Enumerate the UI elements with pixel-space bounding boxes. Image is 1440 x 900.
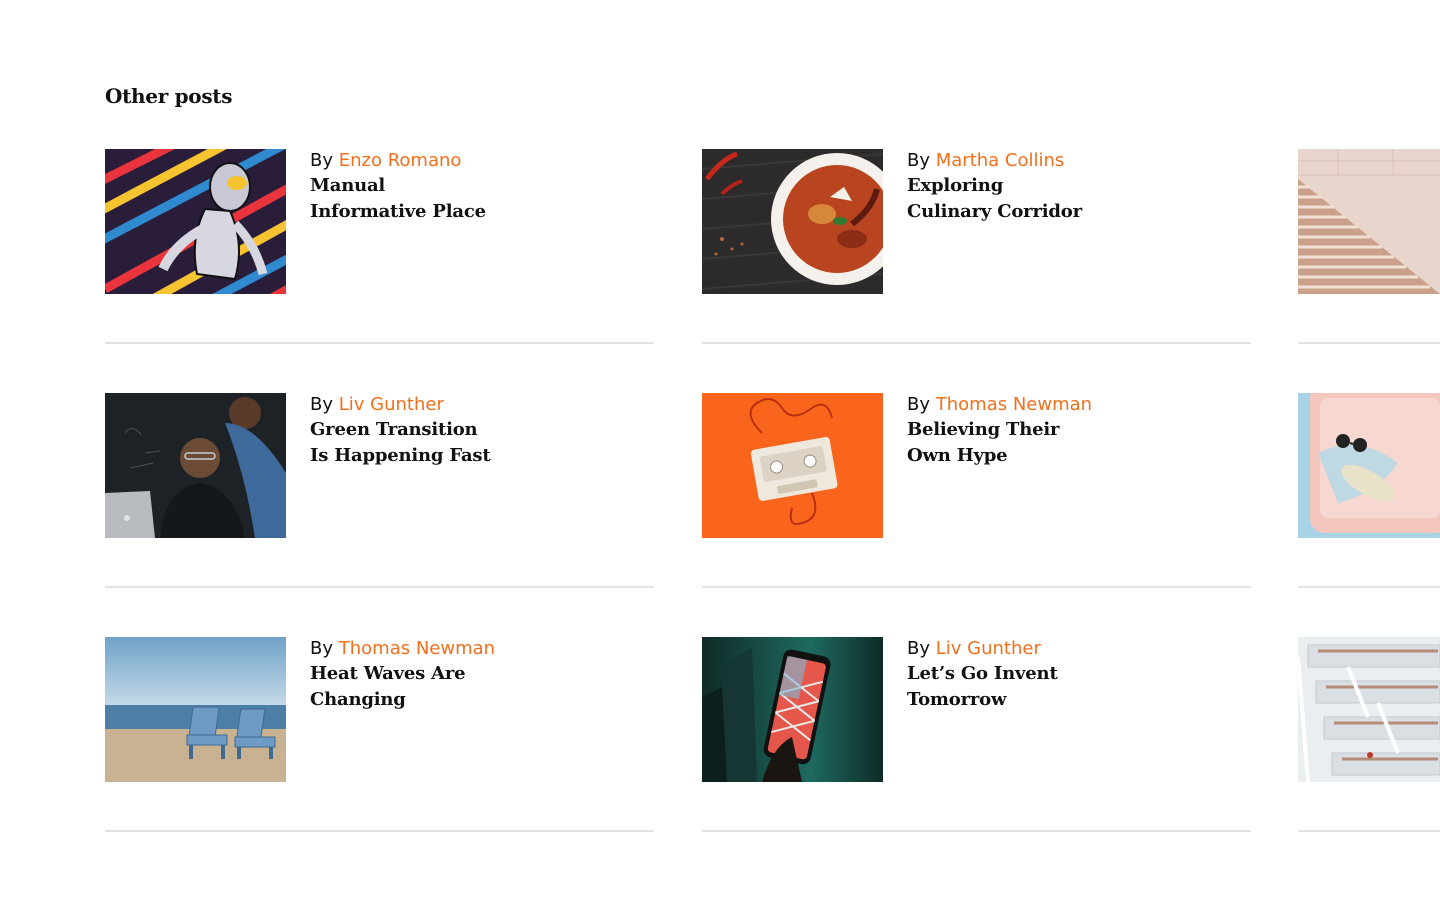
post-byline: By Thomas Newman	[310, 637, 640, 661]
post-meta: By Thomas Newman Believing Their Own Hype	[907, 393, 1237, 469]
post-title-line: Culinary Corridor	[907, 201, 1082, 222]
author-link[interactable]: Enzo Romano	[339, 150, 462, 171]
by-label: By	[310, 150, 334, 171]
post-thumbnail-pink-suitcase[interactable]	[1298, 393, 1440, 538]
card-divider	[702, 342, 1251, 344]
author-link[interactable]: Liv Gunther	[339, 394, 444, 415]
by-label: By	[907, 394, 931, 415]
post-meta: By Martha Collins Exploring Culinary Corr…	[907, 149, 1237, 225]
smartphone-teal-image	[702, 637, 883, 782]
post-meta: By Liv Gunther Let’s Go Invent Tomorrow	[907, 637, 1237, 713]
post-byline: By Liv Gunther	[907, 637, 1237, 661]
post-byline: By Enzo Romano	[310, 149, 640, 173]
post-title-line: Own Hype	[907, 445, 1008, 466]
post-card	[1298, 393, 1440, 588]
post-byline: By Liv Gunther	[310, 393, 640, 417]
post-card: By Liv Gunther Let’s Go Invent Tomorrow	[702, 637, 1251, 832]
post-card	[1298, 637, 1440, 832]
by-label: By	[907, 150, 931, 171]
post-title-line: Is Happening Fast	[310, 445, 491, 466]
post-title-line: Green Transition	[310, 419, 478, 440]
post-card: By Enzo Romano Manual Informative Place	[105, 149, 654, 344]
post-title-line: Tomorrow	[907, 689, 1007, 710]
people-at-laptop-image	[105, 393, 286, 538]
card-divider	[105, 586, 654, 588]
post-title-link[interactable]: Heat Waves Are Changing	[310, 661, 640, 713]
post-thumbnail-curry-bowl[interactable]	[702, 149, 883, 294]
post-card: By Thomas Newman Believing Their Own Hype	[702, 393, 1251, 588]
card-divider	[1298, 830, 1440, 832]
post-thumbnail-colorful-robot-art[interactable]	[105, 149, 286, 294]
author-link[interactable]: Martha Collins	[936, 150, 1065, 171]
author-link[interactable]: Liv Gunther	[936, 638, 1041, 659]
post-thumbnail-cassette-tape-orange[interactable]	[702, 393, 883, 538]
stone-stairs-image	[1298, 149, 1440, 294]
post-title-link[interactable]: Exploring Culinary Corridor	[907, 173, 1237, 225]
post-byline: By Martha Collins	[907, 149, 1237, 173]
post-thumbnail-library-interior[interactable]	[1298, 637, 1440, 782]
card-divider	[105, 830, 654, 832]
author-link[interactable]: Thomas Newman	[339, 638, 495, 659]
post-title-line: Manual	[310, 175, 386, 196]
curry-bowl-image	[702, 149, 883, 294]
card-divider	[702, 830, 1251, 832]
post-card	[1298, 149, 1440, 344]
post-title-line: Let’s Go Invent	[907, 663, 1058, 684]
post-title-line: Heat Waves Are	[310, 663, 466, 684]
post-title-line: Changing	[310, 689, 406, 710]
author-link[interactable]: Thomas Newman	[936, 394, 1092, 415]
pink-suitcase-image	[1298, 393, 1440, 538]
card-divider	[105, 342, 654, 344]
post-byline: By Thomas Newman	[907, 393, 1237, 417]
post-thumbnail-people-at-laptop[interactable]	[105, 393, 286, 538]
card-divider	[702, 586, 1251, 588]
beach-chairs-image	[105, 637, 286, 782]
post-title-line: Believing Their	[907, 419, 1060, 440]
post-meta: By Liv Gunther Green Transition Is Happen…	[310, 393, 640, 469]
cassette-tape-orange-image	[702, 393, 883, 538]
card-divider	[1298, 586, 1440, 588]
posts-grid: By Enzo Romano Manual Informative Place	[0, 0, 1440, 900]
post-thumbnail-stone-stairs[interactable]	[1298, 149, 1440, 294]
by-label: By	[310, 638, 334, 659]
post-card: By Martha Collins Exploring Culinary Corr…	[702, 149, 1251, 344]
post-title-link[interactable]: Manual Informative Place	[310, 173, 640, 225]
post-title-link[interactable]: Believing Their Own Hype	[907, 417, 1237, 469]
library-interior-image	[1298, 637, 1440, 782]
by-label: By	[907, 638, 931, 659]
post-meta: By Thomas Newman Heat Waves Are Changing	[310, 637, 640, 713]
post-title-line: Informative Place	[310, 201, 486, 222]
post-title-link[interactable]: Let’s Go Invent Tomorrow	[907, 661, 1237, 713]
card-divider	[1298, 342, 1440, 344]
post-card: By Thomas Newman Heat Waves Are Changing	[105, 637, 654, 832]
post-title-line: Exploring	[907, 175, 1004, 196]
post-meta: By Enzo Romano Manual Informative Place	[310, 149, 640, 225]
post-card: By Liv Gunther Green Transition Is Happen…	[105, 393, 654, 588]
colorful-robot-art-image	[105, 149, 286, 294]
post-thumbnail-smartphone-teal[interactable]	[702, 637, 883, 782]
post-title-link[interactable]: Green Transition Is Happening Fast	[310, 417, 640, 469]
by-label: By	[310, 394, 334, 415]
post-thumbnail-beach-chairs[interactable]	[105, 637, 286, 782]
